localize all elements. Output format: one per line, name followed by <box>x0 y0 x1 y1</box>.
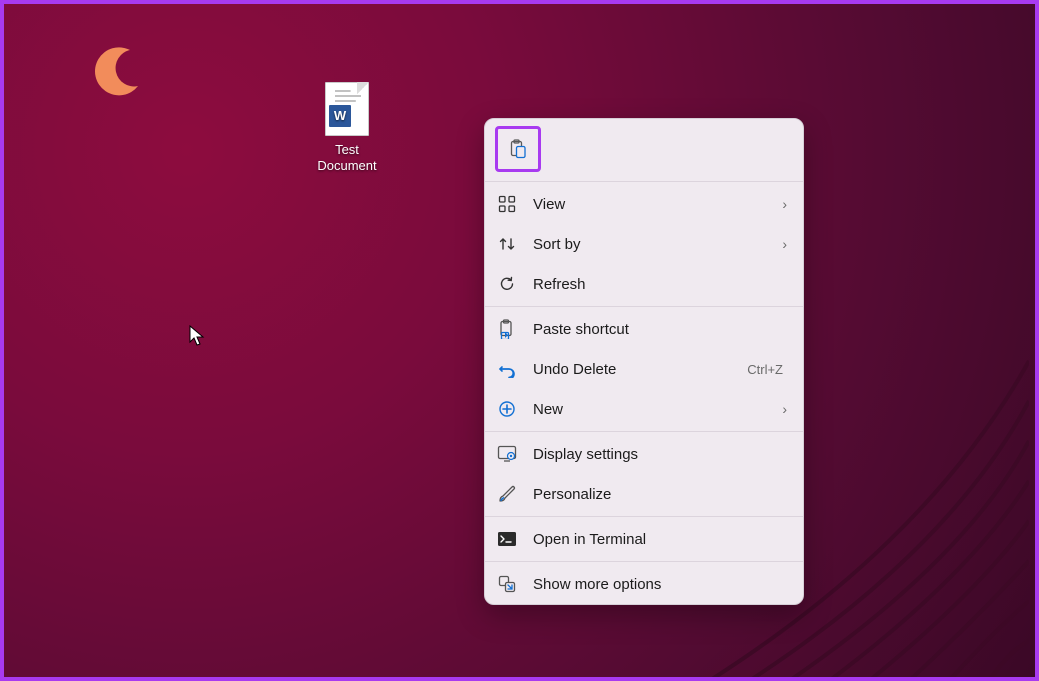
menu-item-label: Personalize <box>533 486 789 503</box>
menu-item-label: Paste shortcut <box>533 321 789 338</box>
menu-item-refresh[interactable]: Refresh <box>485 264 803 304</box>
plus-icon <box>496 398 518 420</box>
menu-item-view[interactable]: View › <box>485 184 803 224</box>
menu-item-display-settings[interactable]: Display settings <box>485 434 803 474</box>
context-menu-top-row <box>485 119 803 179</box>
menu-item-new[interactable]: New › <box>485 389 803 429</box>
mouse-cursor <box>189 325 205 347</box>
chevron-right-icon: › <box>782 401 787 417</box>
menu-item-label: New <box>533 401 767 418</box>
menu-item-label: Refresh <box>533 276 789 293</box>
menu-item-open-in-terminal[interactable]: Open in Terminal <box>485 519 803 559</box>
more-options-icon <box>496 573 518 595</box>
menu-item-undo-delete[interactable]: Undo Delete Ctrl+Z <box>485 349 803 389</box>
moon-decoration <box>86 42 146 102</box>
word-document-icon: W <box>325 82 369 136</box>
personalize-icon <box>496 483 518 505</box>
menu-item-paste-shortcut[interactable]: Paste shortcut <box>485 309 803 349</box>
menu-item-label: View <box>533 196 767 213</box>
desktop-icon-label: Test Document <box>306 142 388 174</box>
paste-button[interactable] <box>495 126 541 172</box>
menu-item-shortcut: Ctrl+Z <box>747 362 783 377</box>
desktop-context-menu: View › Sort by › Refresh Paste shortcut <box>484 118 804 605</box>
menu-item-label: Open in Terminal <box>533 531 789 548</box>
menu-item-show-more-options[interactable]: Show more options <box>485 564 803 604</box>
chevron-right-icon: › <box>782 196 787 212</box>
terminal-icon <box>496 528 518 550</box>
undo-icon <box>496 358 518 380</box>
menu-item-label: Show more options <box>533 576 789 593</box>
sort-icon <box>496 233 518 255</box>
clipboard-paste-icon <box>508 139 528 159</box>
grid-icon <box>496 193 518 215</box>
desktop-icon-test-document[interactable]: W Test Document <box>306 82 388 174</box>
refresh-icon <box>496 273 518 295</box>
chevron-right-icon: › <box>782 236 787 252</box>
paste-shortcut-icon <box>496 318 518 340</box>
menu-item-label: Display settings <box>533 446 789 463</box>
menu-item-label: Sort by <box>533 236 767 253</box>
desktop[interactable]: W Test Document View › <box>0 0 1039 681</box>
menu-item-personalize[interactable]: Personalize <box>485 474 803 514</box>
display-settings-icon <box>496 443 518 465</box>
menu-item-label: Undo Delete <box>533 361 732 378</box>
menu-item-sort-by[interactable]: Sort by › <box>485 224 803 264</box>
